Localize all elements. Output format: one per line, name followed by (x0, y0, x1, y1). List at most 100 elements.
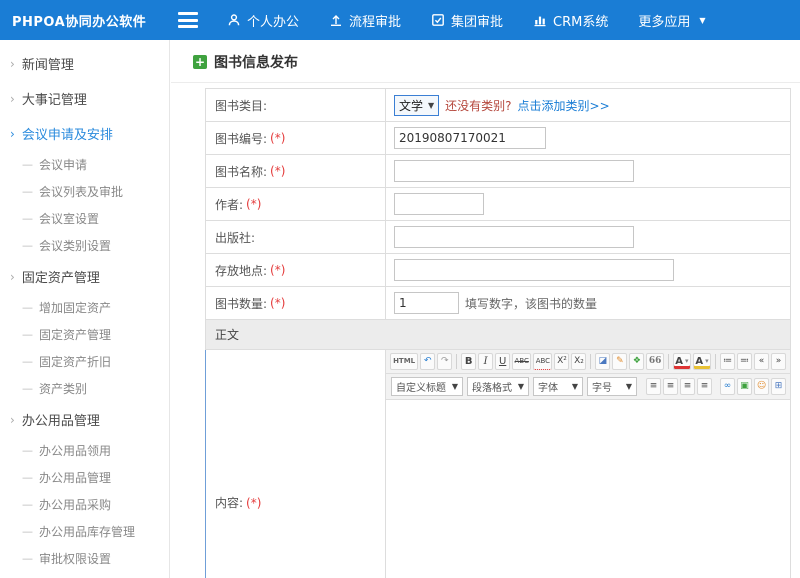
menu-toggle-button[interactable] (178, 12, 198, 28)
dash-icon: — (22, 212, 33, 225)
redo-button[interactable]: ↷ (437, 353, 452, 370)
sidebar-item-label: 会议室设置 (39, 210, 99, 227)
sidebar-item-meeting-apply[interactable]: —会议申请 (0, 151, 169, 178)
nav-process-approval[interactable]: 流程审批 (329, 11, 401, 30)
nav-crm-system[interactable]: CRM系统 (533, 11, 608, 30)
sidebar-item-add-asset[interactable]: —增加固定资产 (0, 294, 169, 321)
strikethrough-button[interactable]: ABC (512, 353, 531, 370)
quantity-input[interactable] (394, 292, 459, 314)
dash-icon: — (22, 382, 33, 395)
sidebar-item-label: 大事记管理 (22, 89, 87, 108)
sidebar-item-supplies-purchase[interactable]: —办公用品采购 (0, 491, 169, 518)
dash-icon: — (22, 301, 33, 314)
chevron-down-icon: ▼ (452, 382, 458, 391)
check-square-icon (431, 13, 445, 27)
subscript-button[interactable]: X₂ (571, 353, 586, 370)
chevron-right-icon: › (10, 128, 15, 140)
location-input[interactable] (394, 259, 674, 281)
format-painter-button[interactable]: ✎ (612, 353, 627, 370)
required-mark: (*) (270, 131, 285, 145)
align-center-button[interactable]: ≡ (663, 378, 678, 395)
indent-button[interactable]: » (771, 353, 786, 370)
publisher-input[interactable] (394, 226, 634, 248)
category-label: 图书类目: (206, 89, 386, 121)
sidebar-item-label: 会议申请及安排 (22, 124, 113, 143)
required-mark: (*) (270, 164, 285, 178)
sidebar-item-fixed-assets[interactable]: ›固定资产管理 (0, 259, 169, 294)
undo-button[interactable]: ↶ (420, 353, 435, 370)
spellcheck-button[interactable]: ABC (533, 353, 552, 370)
form-row-publisher: 出版社: (206, 221, 790, 254)
nav-more-apps[interactable]: 更多应用 ▼ (638, 11, 705, 30)
category-select-value: 文学 (399, 97, 423, 114)
sidebar-item-office-supplies[interactable]: ›办公用品管理 (0, 402, 169, 437)
sidebar: ›新闻管理 ›大事记管理 ›会议申请及安排 —会议申请 —会议列表及审批 —会议… (0, 40, 170, 578)
outdent-button[interactable]: « (754, 353, 769, 370)
sidebar-item-meeting-list[interactable]: —会议列表及审批 (0, 178, 169, 205)
required-mark: (*) (270, 296, 285, 310)
toolbar-separator (456, 354, 457, 369)
sidebar-item-approval-permission[interactable]: —审批权限设置 (0, 545, 169, 572)
book-name-input[interactable] (394, 160, 634, 182)
dash-icon: — (22, 525, 33, 538)
blockquote-button[interactable]: 66 (646, 353, 663, 370)
align-left-button[interactable]: ≡ (646, 378, 661, 395)
sidebar-item-label: 会议申请 (39, 156, 87, 173)
html-source-button[interactable]: HTML (390, 353, 418, 370)
sidebar-item-supplies-inventory[interactable]: —办公用品库存管理 (0, 518, 169, 545)
paragraph-format-select[interactable]: 段落格式▼ (467, 377, 529, 396)
chevron-right-icon: › (10, 414, 15, 426)
sidebar-item-label: 会议类别设置 (39, 237, 111, 254)
book-no-input[interactable] (394, 127, 546, 149)
font-color-button[interactable]: A (673, 353, 691, 370)
align-right-button[interactable]: ≡ (680, 378, 695, 395)
ordered-list-button[interactable]: ≔ (720, 353, 735, 370)
nav-group-approval[interactable]: 集团审批 (431, 11, 503, 30)
quantity-hint: 填写数字，该图书的数量 (465, 295, 597, 312)
editor-content-area[interactable] (386, 400, 790, 578)
eraser-button[interactable]: ◪ (595, 353, 610, 370)
sidebar-item-meetings[interactable]: › 会议申请及安排 (0, 116, 169, 151)
sidebar-item-asset-manage[interactable]: —固定资产管理 (0, 321, 169, 348)
page-title: + 图书信息发布 (171, 40, 800, 83)
form-row-category: 图书类目: 文学 ▼ 还没有类别? 点击添加类别>> (206, 89, 790, 122)
sidebar-item-supplies-collect[interactable]: —办公用品领用 (0, 437, 169, 464)
sidebar-item-news[interactable]: ›新闻管理 (0, 46, 169, 81)
sidebar-item-label: 会议列表及审批 (39, 183, 123, 200)
image-button[interactable]: ▣ (737, 378, 752, 395)
sidebar-item-label: 办公用品领用 (39, 442, 111, 459)
category-select[interactable]: 文学 ▼ (394, 95, 439, 116)
nav-personal-office[interactable]: 个人办公 (227, 11, 299, 30)
superscript-button[interactable]: X² (554, 353, 569, 370)
form-row-book-name: 图书名称:(*) (206, 155, 790, 188)
page-title-text: 图书信息发布 (214, 52, 298, 72)
location-label: 存放地点:(*) (206, 254, 386, 286)
highlight-color-button[interactable]: A (693, 353, 711, 370)
sidebar-item-supplies-category[interactable]: —办公用品分类设置 (0, 572, 169, 578)
underline-button[interactable]: U (495, 353, 510, 370)
clear-style-button[interactable]: ❖ (629, 353, 644, 370)
sidebar-item-memorabilia[interactable]: ›大事记管理 (0, 81, 169, 116)
sidebar-item-meeting-category[interactable]: —会议类别设置 (0, 232, 169, 259)
sidebar-item-asset-depreciation[interactable]: —固定资产折旧 (0, 348, 169, 375)
italic-button[interactable]: I (478, 353, 493, 370)
bold-button[interactable]: B (461, 353, 476, 370)
unordered-list-button[interactable]: ≕ (737, 353, 752, 370)
top-nav: 个人办公 流程审批 集团审批 CRM系统 更多应用 ▼ (212, 11, 721, 30)
nav-label: 个人办公 (247, 11, 299, 30)
add-category-link[interactable]: 点击添加类别>> (518, 97, 610, 114)
category-hint: 还没有类别? (445, 97, 511, 114)
sidebar-item-asset-category[interactable]: —资产类别 (0, 375, 169, 402)
sidebar-item-meeting-room[interactable]: — 会议室设置 (0, 205, 169, 232)
person-icon (227, 13, 241, 27)
table-button[interactable]: ⊞ (771, 378, 786, 395)
link-button[interactable]: ∞ (720, 378, 735, 395)
sidebar-item-supplies-manage[interactable]: —办公用品管理 (0, 464, 169, 491)
chevron-down-icon: ▼ (428, 101, 434, 110)
author-input[interactable] (394, 193, 484, 215)
align-justify-button[interactable]: ≡ (697, 378, 712, 395)
custom-title-select[interactable]: 自定义标题▼ (391, 377, 463, 396)
font-family-select[interactable]: 字体▼ (533, 377, 583, 396)
emoticon-button[interactable]: ☺ (754, 378, 769, 395)
font-size-select[interactable]: 字号▼ (587, 377, 637, 396)
